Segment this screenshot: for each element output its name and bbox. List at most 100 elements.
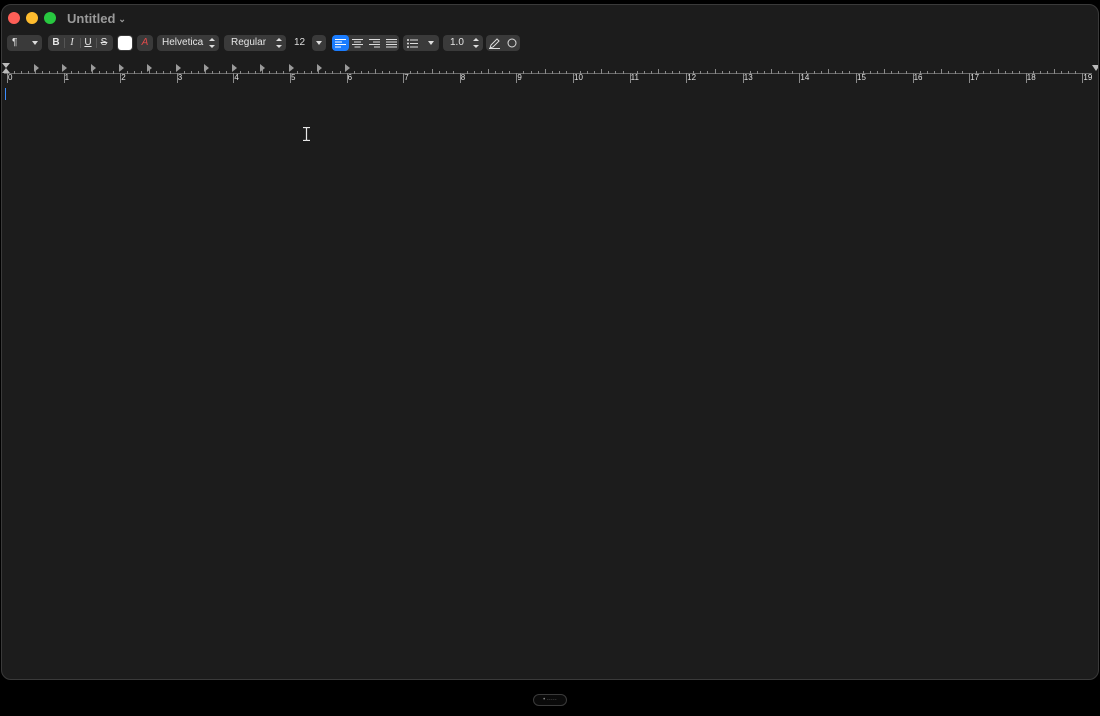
window-resize-handle[interactable]: • ····· — [533, 694, 567, 706]
ruler-tick — [601, 69, 603, 74]
ruler-tick — [417, 71, 419, 74]
text-caret — [5, 88, 6, 100]
tab-stop-marker[interactable] — [260, 64, 266, 72]
highlight-button[interactable] — [486, 35, 503, 51]
ruler-tick — [707, 71, 709, 74]
ruler-tick — [198, 71, 200, 74]
tab-stop-marker[interactable] — [232, 64, 238, 72]
ruler-tick — [785, 71, 787, 74]
tab-stop-marker[interactable] — [317, 64, 322, 72]
tab-stop-marker[interactable] — [118, 64, 124, 72]
list-style-button[interactable] — [403, 35, 439, 51]
ruler-tick — [247, 71, 249, 74]
ruler-tick — [304, 71, 306, 74]
paragraph-icon: ¶ — [12, 37, 18, 48]
ruler-tick — [834, 71, 836, 74]
underline-button[interactable]: U — [80, 35, 96, 51]
ruler-tick — [544, 69, 546, 74]
ruler-tick — [28, 71, 30, 74]
ruler-tick — [1004, 71, 1006, 74]
ruler-tick — [438, 71, 440, 74]
ruler-tick — [905, 71, 907, 74]
ruler-tick — [664, 71, 666, 74]
ruler-tick — [134, 71, 136, 74]
ruler-label: 12 — [687, 73, 697, 82]
bulleted-list-icon — [407, 39, 418, 48]
text-color-well[interactable] — [117, 35, 133, 51]
ruler-tick — [445, 71, 447, 74]
ruler-tick — [679, 71, 681, 74]
document-title-menu[interactable]: Untitled ⌄ — [67, 11, 126, 26]
ruler-tick — [955, 71, 957, 74]
tab-stop-marker[interactable] — [203, 64, 209, 72]
ruler-label: 19 — [1083, 73, 1093, 82]
tab-stop-marker[interactable] — [34, 64, 39, 72]
font-family-select[interactable]: Helvetica — [157, 35, 219, 51]
justify-button[interactable] — [383, 35, 399, 51]
ruler-tick — [42, 71, 44, 74]
ruler-tick — [162, 71, 164, 74]
ruler-tick — [374, 69, 376, 74]
align-left-button[interactable] — [332, 35, 349, 51]
ruler-tick — [1054, 69, 1056, 74]
zoom-button[interactable] — [44, 12, 56, 24]
ruler-tick — [502, 71, 504, 74]
ruler-tick — [778, 71, 780, 74]
chevron-down-icon — [316, 41, 322, 45]
close-button[interactable] — [8, 12, 20, 24]
ruler-tick — [756, 71, 758, 74]
ruler-tick — [926, 71, 928, 74]
ruler-tick — [113, 71, 115, 74]
ruler-tick — [49, 71, 51, 74]
ruler-tick — [275, 71, 277, 74]
right-indent-marker[interactable] — [1092, 65, 1098, 71]
tab-stop-marker[interactable] — [90, 64, 96, 72]
up-down-arrows-icon — [473, 38, 479, 48]
line-spacing-select[interactable]: 1.0 — [443, 35, 483, 51]
alignment-group — [332, 35, 399, 51]
ruler-tick — [735, 71, 737, 74]
align-right-button[interactable] — [366, 35, 383, 51]
ruler-tick — [488, 69, 490, 74]
tab-stop-marker[interactable] — [288, 64, 294, 72]
ruler-label: 18 — [1026, 73, 1036, 82]
clear-formatting-button[interactable]: A — [137, 35, 153, 51]
shape-button[interactable] — [503, 35, 520, 51]
ruler-tick — [127, 71, 129, 74]
ruler-tick — [367, 71, 369, 74]
tab-stop-marker[interactable] — [345, 64, 351, 72]
ruler-tick — [594, 71, 596, 74]
font-style-select[interactable]: Regular — [224, 35, 286, 51]
align-center-button[interactable] — [349, 35, 366, 51]
ruler-tick — [537, 71, 539, 74]
ruler-tick — [268, 71, 270, 74]
ruler-label: 1 — [64, 73, 70, 82]
ruler-tick — [657, 69, 659, 74]
bold-button[interactable]: B — [48, 35, 64, 51]
font-size-field[interactable]: 12 — [290, 35, 314, 51]
tab-stop-marker[interactable] — [147, 64, 153, 72]
ruler-tick — [70, 71, 72, 74]
ruler-tick — [933, 71, 935, 74]
ruler-tick — [947, 71, 949, 74]
minimize-button[interactable] — [26, 12, 38, 24]
ruler-label: 0 — [8, 73, 13, 82]
font-size-dropdown[interactable] — [312, 35, 326, 51]
paragraph-styles-button[interactable]: ¶ — [7, 35, 42, 51]
ruler-tick — [558, 71, 560, 74]
ruler-tick — [240, 71, 242, 74]
tab-stop-marker[interactable] — [62, 64, 68, 72]
circle-icon — [507, 38, 516, 48]
strikethrough-button[interactable]: S — [96, 35, 112, 51]
tab-stop-marker[interactable] — [175, 64, 181, 72]
ibeam-cursor-icon — [303, 127, 310, 141]
ruler-tick — [551, 71, 553, 74]
ruler-tick — [190, 71, 192, 74]
ruler-tick — [530, 71, 532, 74]
italic-button[interactable]: I — [64, 35, 80, 51]
ruler-label: 15 — [857, 73, 866, 82]
ruler-tick — [77, 71, 79, 74]
ruler-tick — [523, 71, 525, 74]
ruler-label: 3 — [177, 73, 183, 82]
document-body[interactable] — [2, 85, 1098, 675]
